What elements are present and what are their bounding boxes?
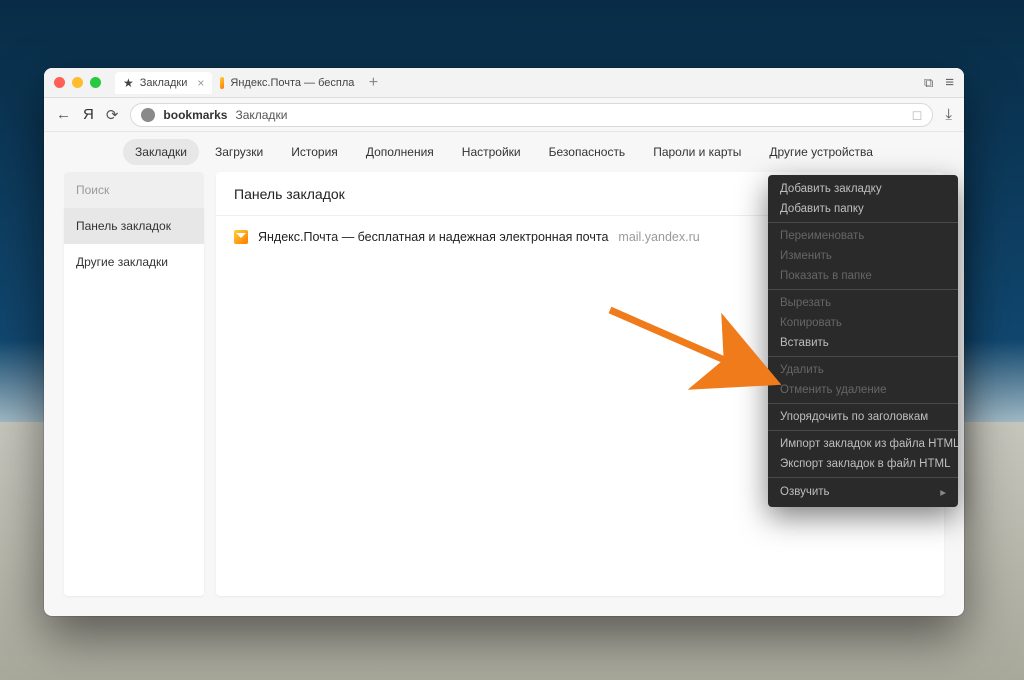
search-placeholder: Поиск <box>76 183 109 197</box>
context-menu-item[interactable]: Упорядочить по заголовкам <box>768 407 958 427</box>
sidebar-item-bookmarks-bar[interactable]: Панель закладок <box>64 208 204 244</box>
chevron-right-icon: ▸ <box>940 485 946 499</box>
context-menu-item: Отменить удаление <box>768 380 958 400</box>
section-tab-settings[interactable]: Настройки <box>450 139 533 165</box>
menu-separator <box>768 289 958 290</box>
context-menu-item[interactable]: Добавить закладку <box>768 179 958 199</box>
context-menu-item: Переименовать <box>768 226 958 246</box>
menu-separator <box>768 356 958 357</box>
menu-separator <box>768 403 958 404</box>
tab-bookmarks[interactable]: ★ Закладки × <box>115 72 212 94</box>
context-menu-item: Удалить <box>768 360 958 380</box>
mail-favicon-icon <box>220 77 224 89</box>
section-tab-passwords[interactable]: Пароли и карты <box>641 139 753 165</box>
context-menu-item[interactable]: Экспорт закладок в файл HTML <box>768 454 958 474</box>
context-menu-item[interactable]: Добавить папку <box>768 199 958 219</box>
context-menu-item: Копировать <box>768 313 958 333</box>
downloads-button[interactable]: ⤓ <box>945 106 952 123</box>
section-tab-downloads[interactable]: Загрузки <box>203 139 275 165</box>
tab-label: Яндекс.Почта — беспла <box>230 77 354 89</box>
toolbar: ← Я ⟳ bookmarks Закладки ◻ ⤓ <box>44 98 964 132</box>
yandex-home-button[interactable]: Я <box>83 106 94 123</box>
shield-icon <box>141 108 155 122</box>
search-input[interactable]: Поиск <box>64 172 204 208</box>
mail-favicon-icon <box>234 230 248 244</box>
back-button[interactable]: ← <box>56 106 71 123</box>
address-bar[interactable]: bookmarks Закладки ◻ <box>130 103 933 127</box>
bookmark-title: Яндекс.Почта — бесплатная и надежная эле… <box>258 230 608 244</box>
context-menu-item: Вырезать <box>768 293 958 313</box>
omni-crumb: Закладки <box>235 108 287 122</box>
panel-heading: Панель закладок <box>234 186 345 202</box>
section-tab-bookmarks[interactable]: Закладки <box>123 139 199 165</box>
titlebar: ★ Закладки × Яндекс.Почта — беспла + ⧉ ≡ <box>44 68 964 98</box>
omni-host: bookmarks <box>163 108 227 122</box>
menu-separator <box>768 477 958 478</box>
star-icon: ★ <box>123 77 134 89</box>
copy-tabs-icon[interactable]: ⧉ <box>924 75 933 91</box>
menu-separator <box>768 222 958 223</box>
sidebar-item-other-bookmarks[interactable]: Другие закладки <box>64 244 204 280</box>
context-menu-item[interactable]: Озвучить▸ <box>768 481 958 503</box>
section-tab-security[interactable]: Безопасность <box>537 139 638 165</box>
section-tab-devices[interactable]: Другие устройства <box>757 139 885 165</box>
minimize-window-icon[interactable] <box>72 77 83 88</box>
context-menu-item[interactable]: Импорт закладок из файла HTML <box>768 434 958 454</box>
bookmark-url: mail.yandex.ru <box>618 230 699 244</box>
context-menu-item: Изменить <box>768 246 958 266</box>
context-menu-item[interactable]: Вставить <box>768 333 958 353</box>
maximize-window-icon[interactable] <box>90 77 101 88</box>
menu-separator <box>768 430 958 431</box>
menu-icon[interactable]: ≡ <box>945 74 954 91</box>
reload-button[interactable]: ⟳ <box>106 106 119 124</box>
section-tab-history[interactable]: История <box>279 139 350 165</box>
tab-mail[interactable]: Яндекс.Почта — беспла <box>212 72 362 94</box>
context-menu: Добавить закладкуДобавить папку Переимено… <box>768 175 958 507</box>
close-window-icon[interactable] <box>54 77 65 88</box>
bookmark-flag-icon[interactable]: ◻ <box>912 107 923 123</box>
section-tab-addons[interactable]: Дополнения <box>354 139 446 165</box>
close-tab-icon[interactable]: × <box>197 76 204 90</box>
section-tabs: Закладки Загрузки История Дополнения Нас… <box>44 132 964 172</box>
tab-label: Закладки <box>140 77 188 89</box>
new-tab-button[interactable]: + <box>362 74 384 92</box>
context-menu-item: Показать в папке <box>768 266 958 286</box>
